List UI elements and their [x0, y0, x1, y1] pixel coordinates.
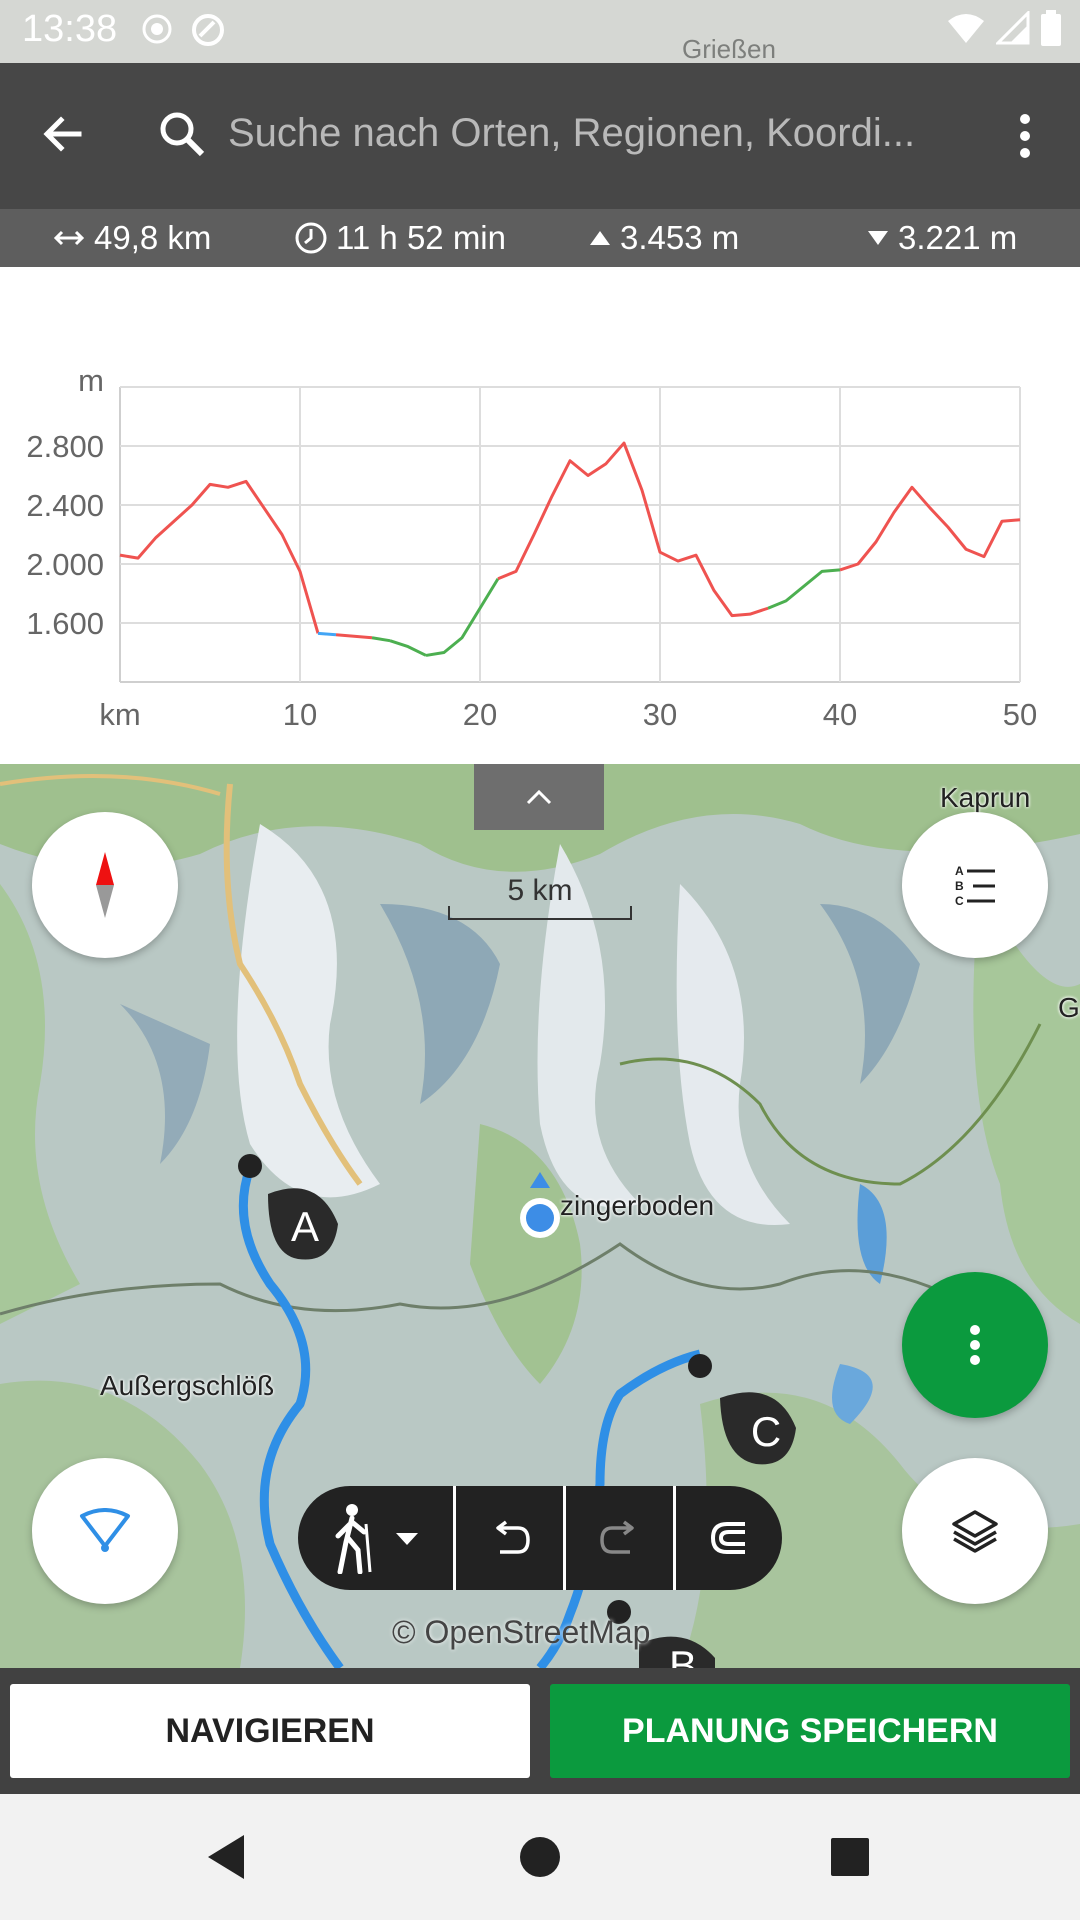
- undo-button[interactable]: [456, 1486, 566, 1590]
- scale-label: 5 km: [507, 874, 573, 907]
- return-to-start-button[interactable]: [676, 1486, 782, 1590]
- compass-button[interactable]: [32, 812, 178, 958]
- map-label-top: Grießen: [682, 34, 776, 64]
- hiker-icon: [335, 1504, 371, 1574]
- waypoint-c-label: C: [751, 1408, 781, 1455]
- elevation-line-segment: [425, 577, 500, 657]
- sync-icon: [192, 14, 224, 46]
- distance-value: 49,8 km: [94, 219, 212, 256]
- elevation-chart-svg: 10 20 30 40 50 1.600 2.000 2.400 2.800 m km: [26, 363, 1037, 732]
- app-bar: [0, 63, 1080, 209]
- clock-icon: [295, 222, 327, 254]
- svg-text:B: B: [955, 879, 964, 893]
- search-icon: [160, 112, 205, 157]
- elevation-line-segment: [317, 631, 337, 637]
- list-abc-icon: A B C: [955, 864, 995, 907]
- chart-y-tick-label: 2.800: [26, 429, 104, 464]
- chart-x-tick-label: 20: [463, 697, 497, 732]
- signal-icon: [996, 11, 1030, 45]
- elevation-line-segment: [335, 633, 373, 640]
- legend-button[interactable]: A B C: [902, 812, 1048, 958]
- system-recents-button[interactable]: [820, 1832, 880, 1882]
- search-input[interactable]: [228, 101, 948, 165]
- route-editing-toolbar: [298, 1486, 782, 1590]
- wifi-icon: [948, 14, 984, 43]
- layers-icon: [952, 1510, 998, 1553]
- elevation-line-segment: [371, 636, 391, 643]
- descent-value: 3.221 m: [898, 219, 1018, 256]
- status-time: 13:38: [22, 8, 118, 50]
- chart-x-tick-label: 50: [1003, 697, 1037, 732]
- save-planning-button[interactable]: PLANUNG SPEICHERN: [550, 1684, 1070, 1778]
- arrow-left-icon: [43, 116, 82, 152]
- more-vert-icon: [1020, 114, 1030, 158]
- map-label-edge-right: Gr: [1058, 992, 1080, 1023]
- svg-text:A: A: [955, 864, 964, 878]
- map-label-zingerboden: zingerboden: [560, 1190, 715, 1221]
- more-vert-icon: [970, 1325, 980, 1365]
- undo-icon: [495, 1520, 530, 1554]
- chart-y-tick-label: 2.000: [26, 547, 104, 582]
- dropdown-arrow-icon: [395, 1533, 418, 1545]
- descent-icon: [868, 231, 888, 245]
- distance-icon: [53, 230, 85, 246]
- battery-icon: [1041, 10, 1061, 46]
- waypoint-a[interactable]: A: [238, 1154, 348, 1264]
- ascent-value: 3.453 m: [620, 219, 740, 256]
- system-navigation-bar: [0, 1794, 1080, 1920]
- waypoint-c[interactable]: C: [686, 1354, 806, 1474]
- chart-y-axis-unit: m: [78, 363, 104, 398]
- return-route-icon: [710, 1522, 745, 1554]
- ascent-icon: [590, 231, 610, 245]
- current-location-icon: [520, 1172, 560, 1238]
- map-label-aussergschloess: Außergschlöß: [100, 1370, 275, 1401]
- svg-text:C: C: [955, 894, 964, 907]
- gps-button[interactable]: [32, 1458, 178, 1604]
- chart-x-axis-unit: km: [99, 697, 140, 732]
- compass-icon: [96, 852, 114, 918]
- scale-bar: [448, 906, 632, 920]
- status-bar: Grießen 13:38: [0, 0, 1080, 64]
- duration-value: 11 h 52 min: [336, 219, 506, 256]
- waypoint-a-label: A: [291, 1203, 319, 1250]
- elevation-line-segment: [767, 568, 841, 610]
- system-back-button[interactable]: [196, 1832, 256, 1882]
- map-scale: 5 km: [448, 874, 632, 920]
- redo-icon: [599, 1520, 634, 1554]
- map-label-kaprun: Kaprun: [940, 782, 1031, 813]
- chart-x-tick-label: 40: [823, 697, 857, 732]
- map-copyright[interactable]: © OpenStreetMap: [392, 1614, 650, 1651]
- action-bar: NAVIGIEREN PLANUNG SPEICHERN: [0, 1668, 1080, 1794]
- elevation-line-segment: [839, 485, 1021, 572]
- map-layers-button[interactable]: [902, 1458, 1048, 1604]
- map-view[interactable]: Kaprun Außergschlöß zingerboden Gr 5 km …: [0, 764, 1080, 1668]
- redo-button[interactable]: [566, 1486, 676, 1590]
- circle-home-icon: [520, 1837, 560, 1877]
- chart-x-tick-label: 30: [643, 697, 677, 732]
- route-stats-bar: 49,8 km 11 h 52 min 3.453 m 3.221 m: [0, 209, 1080, 267]
- elevation-chart[interactable]: 10 20 30 40 50 1.600 2.000 2.400 2.800 m km: [0, 267, 1080, 764]
- more-options-button[interactable]: [902, 1272, 1048, 1418]
- chevron-up-icon: [526, 789, 552, 805]
- gps-cone-icon: [80, 1508, 130, 1552]
- triangle-back-icon: [208, 1835, 244, 1879]
- stat-ascent: 3.453 m: [588, 219, 739, 257]
- routing-profile-selector[interactable]: [298, 1486, 456, 1590]
- waypoint-b-label: B: [669, 1642, 697, 1668]
- navigate-button[interactable]: NAVIGIEREN: [10, 1684, 530, 1778]
- elevation-line-segment: [389, 639, 427, 657]
- chart-x-tick-label: 10: [283, 697, 317, 732]
- elevation-line-segment: [497, 441, 769, 618]
- menu-button[interactable]: [990, 101, 1060, 171]
- stat-duration: 11 h 52 min: [294, 219, 506, 257]
- stat-distance: 49,8 km: [52, 219, 211, 257]
- back-button[interactable]: [28, 99, 98, 169]
- collapse-chart-button[interactable]: [474, 764, 604, 830]
- chart-y-tick-label: 2.400: [26, 488, 104, 523]
- system-home-button[interactable]: [510, 1832, 570, 1882]
- record-icon: [142, 14, 172, 44]
- square-recents-icon: [831, 1838, 869, 1876]
- chart-y-tick-label: 1.600: [26, 606, 104, 641]
- stat-descent: 3.221 m: [866, 219, 1017, 257]
